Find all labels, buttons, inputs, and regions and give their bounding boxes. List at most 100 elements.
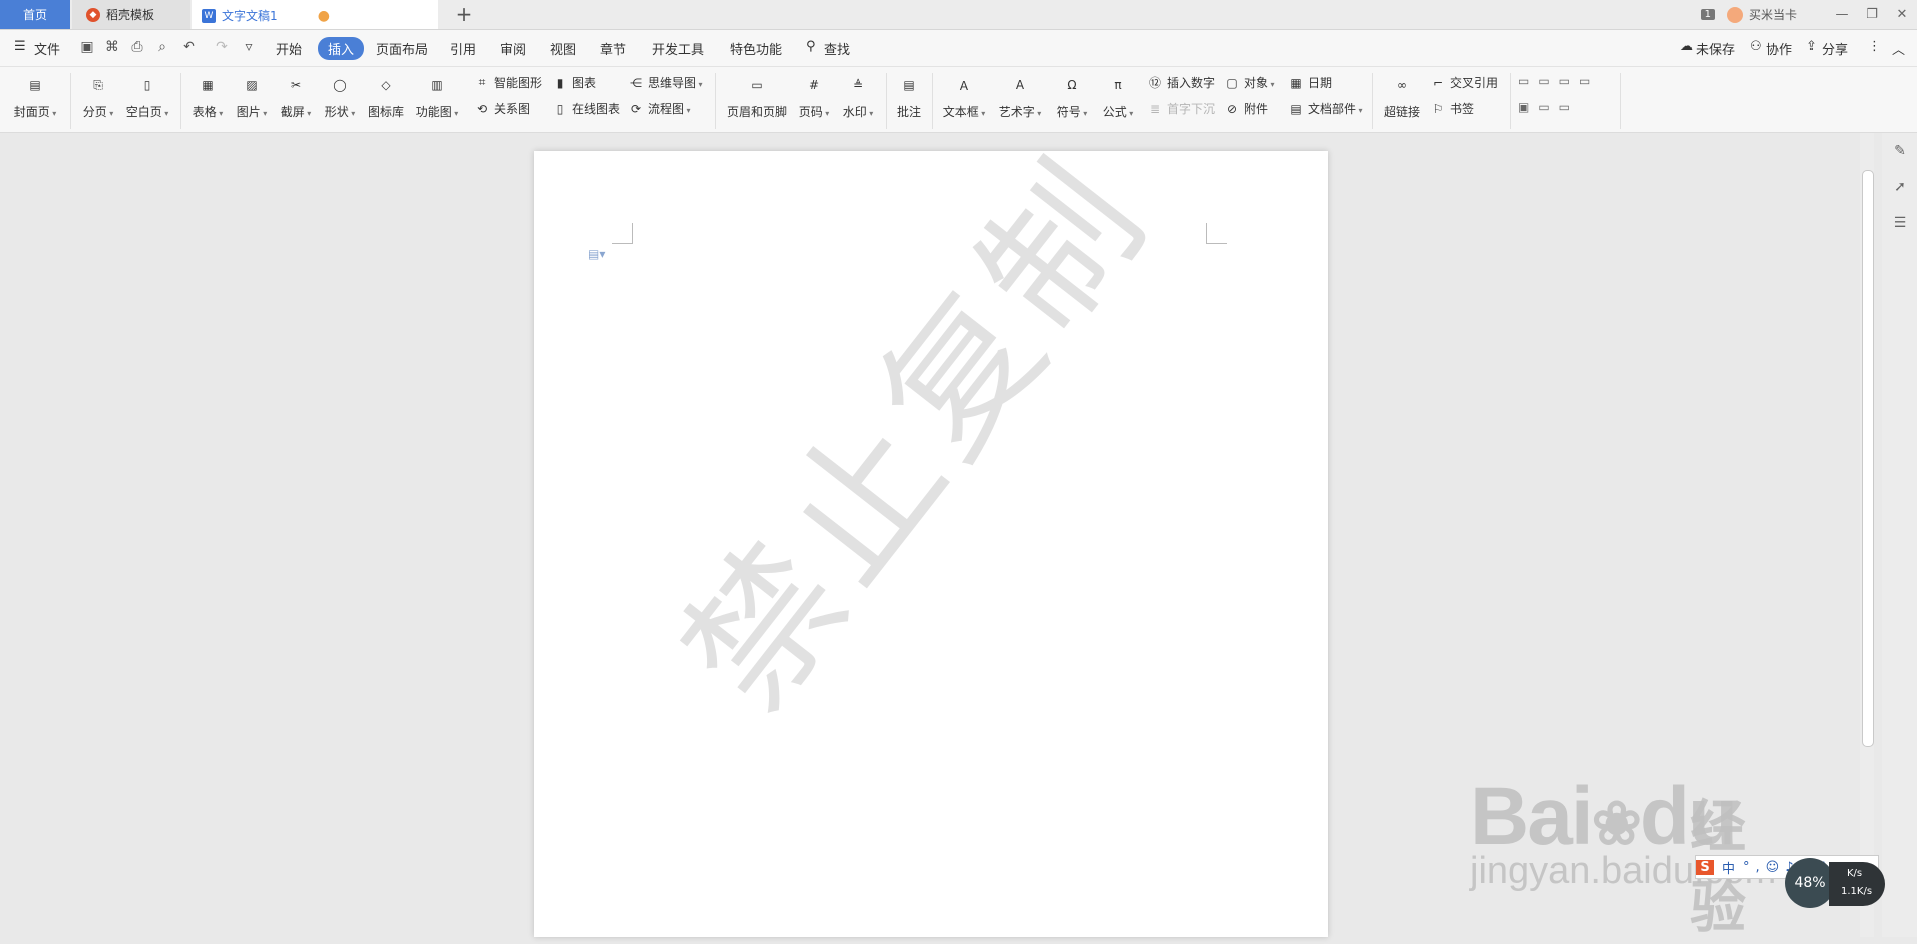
tab-home[interactable]: 首页 bbox=[0, 0, 70, 29]
collapse-ribbon-icon[interactable]: ︿ bbox=[1892, 39, 1905, 58]
screenshot-icon: ✂ bbox=[290, 78, 302, 92]
table-button[interactable]: ▦ 表格 bbox=[188, 71, 228, 120]
chart-icon: ▮ bbox=[556, 75, 564, 90]
mindmap-button[interactable]: ⋲ 思维导图 bbox=[628, 74, 703, 91]
page-number-button[interactable]: # 页码 bbox=[794, 71, 834, 120]
settings-sliders-icon[interactable]: ☰ bbox=[1890, 215, 1910, 235]
header-footer-button[interactable]: ▭ 页眉和页脚 bbox=[724, 71, 790, 120]
blank-page-icon: ▯ bbox=[143, 78, 151, 92]
redo-icon[interactable]: ↷ bbox=[213, 38, 231, 56]
wordart-button[interactable]: A 艺术字 bbox=[996, 71, 1044, 120]
more-icon[interactable]: ⋮ bbox=[1868, 39, 1881, 54]
unsaved-dot-icon: ● bbox=[317, 7, 330, 24]
net-down-speed: 1.1K/s bbox=[1841, 886, 1873, 897]
picture-button[interactable]: ▨ 图片 bbox=[232, 71, 272, 120]
object-button[interactable]: ▢ 对象 bbox=[1224, 74, 1275, 91]
function-chart-button[interactable]: ▥ 功能图 bbox=[412, 71, 462, 120]
layout-toggle-row-2[interactable]: ▣▭▭ bbox=[1518, 100, 1579, 114]
mindmap-icon: ⋲ bbox=[630, 75, 642, 90]
formula-icon: π bbox=[1114, 78, 1122, 92]
chart-button[interactable]: ▮ 图表 bbox=[552, 74, 596, 91]
share-button[interactable]: 分享 bbox=[1822, 39, 1848, 58]
bookmark-icon: ⚐ bbox=[1432, 101, 1444, 116]
attachment-button[interactable]: ⊘ 附件 bbox=[1224, 100, 1268, 117]
tab-template[interactable]: ◆ 稻壳模板 bbox=[72, 0, 190, 29]
margin-marker-right bbox=[1206, 223, 1227, 244]
blank-page-button[interactable]: ▯ 空白页 bbox=[122, 71, 172, 120]
menu-review[interactable]: 审阅 bbox=[500, 39, 526, 58]
online-chart-button[interactable]: ▯ 在线图表 bbox=[552, 100, 620, 117]
screenshot-button[interactable]: ✂ 截屏 bbox=[276, 71, 316, 120]
menu-page-layout[interactable]: 页面布局 bbox=[376, 39, 428, 58]
page-number-icon: # bbox=[808, 78, 820, 92]
save-icon[interactable]: ▣ bbox=[78, 38, 96, 56]
insert-number-button[interactable]: ⑫ 插入数字 bbox=[1147, 74, 1215, 91]
minimize-button[interactable]: — bbox=[1827, 7, 1857, 22]
cover-page-button[interactable]: ▤ 封面页 bbox=[10, 71, 60, 120]
formula-button[interactable]: π 公式 bbox=[1098, 71, 1138, 120]
hamburger-icon[interactable]: ☰ bbox=[14, 39, 26, 54]
object-icon: ▢ bbox=[1226, 75, 1238, 90]
pen-icon[interactable]: ✎ bbox=[1890, 143, 1910, 163]
scrollbar-thumb[interactable] bbox=[1862, 170, 1874, 747]
user-name[interactable]: 买米当卡 bbox=[1749, 6, 1797, 23]
menu-chapter[interactable]: 章节 bbox=[600, 39, 626, 58]
textbox-button[interactable]: Ａ 文本框 bbox=[940, 71, 988, 120]
shape-button[interactable]: ◯ 形状 bbox=[320, 71, 360, 120]
baidu-paw-icon: ❀ bbox=[1591, 790, 1642, 857]
relation-chart-button[interactable]: ⟲ 关系图 bbox=[474, 100, 530, 117]
paste-options-icon[interactable]: ▤▾ bbox=[588, 247, 605, 261]
menu-special[interactable]: 特色功能 bbox=[730, 39, 782, 58]
customize-toolbar-icon[interactable]: ▿ bbox=[240, 38, 258, 56]
format-painter-icon[interactable]: ⌘ bbox=[103, 38, 121, 56]
print-preview-icon[interactable]: ⌕ bbox=[153, 38, 171, 56]
link-icon: ∞ bbox=[1397, 78, 1407, 92]
notification-badge[interactable]: 1 bbox=[1700, 9, 1715, 20]
flowchart-button[interactable]: ⟳ 流程图 bbox=[628, 100, 691, 117]
menu-developer[interactable]: 开发工具 bbox=[652, 39, 704, 58]
menu-insert[interactable]: 插入 bbox=[318, 37, 365, 60]
ime-language[interactable]: 中 bbox=[1722, 858, 1735, 877]
page-break-button[interactable]: ⎘ 分页 bbox=[78, 71, 118, 120]
bookmark-button[interactable]: ⚐ 书签 bbox=[1430, 100, 1474, 117]
margin-marker-left bbox=[612, 223, 633, 244]
smart-shape-button[interactable]: ⌗ 智能图形 bbox=[474, 74, 542, 91]
menu-search[interactable]: 查找 bbox=[824, 39, 850, 58]
print-icon[interactable]: ⎙ bbox=[128, 38, 146, 56]
collab-icon: ⚇ bbox=[1750, 39, 1762, 54]
menu-start[interactable]: 开始 bbox=[276, 39, 302, 58]
layout-toggle-row-1[interactable]: ▭▭▭▭ bbox=[1518, 74, 1599, 88]
share-icon: ⇪ bbox=[1806, 39, 1817, 54]
menu-file[interactable]: 文件 bbox=[34, 39, 60, 58]
close-window-button[interactable]: ✕ bbox=[1887, 7, 1917, 22]
comment-button[interactable]: ▤ 批注 bbox=[892, 71, 926, 120]
add-tab-button[interactable]: + bbox=[452, 2, 476, 26]
menu-references[interactable]: 引用 bbox=[450, 39, 476, 58]
date-button[interactable]: ▦ 日期 bbox=[1288, 74, 1332, 91]
unsaved-status[interactable]: 未保存 bbox=[1696, 39, 1735, 58]
avatar[interactable] bbox=[1726, 6, 1743, 23]
document-page[interactable]: ▤▾ 禁止复制 bbox=[534, 151, 1328, 937]
cursor-icon[interactable]: ➚ bbox=[1890, 179, 1910, 199]
drop-cap-button[interactable]: ≣ 首字下沉 bbox=[1147, 100, 1215, 117]
symbol-button[interactable]: Ω 符号 bbox=[1052, 71, 1092, 120]
undo-icon[interactable]: ↶ bbox=[180, 38, 198, 56]
search-icon[interactable]: ⚲ bbox=[806, 39, 816, 54]
menu-view[interactable]: 视图 bbox=[550, 39, 576, 58]
document-watermark: 禁止复制 bbox=[651, 151, 1183, 740]
icon-library-icon: ◇ bbox=[381, 78, 391, 92]
flowchart-icon: ⟳ bbox=[630, 101, 642, 116]
collab-button[interactable]: 协作 bbox=[1766, 39, 1792, 58]
tab-document[interactable]: W 文字文稿1 ● bbox=[192, 0, 438, 29]
restore-button[interactable]: ❐ bbox=[1857, 7, 1887, 22]
hyperlink-button[interactable]: ∞ 超链接 bbox=[1380, 71, 1424, 120]
watermark-button[interactable]: ≜ 水印 bbox=[838, 71, 878, 120]
picture-icon: ▨ bbox=[246, 78, 258, 92]
insert-number-icon: ⑫ bbox=[1148, 76, 1161, 90]
function-chart-icon: ▥ bbox=[431, 78, 443, 92]
doc-parts-button[interactable]: ▤ 文档部件 bbox=[1288, 100, 1363, 117]
menu-bar: ☰ 文件 ▣ ⌘ ⎙ ⌕ ↶ ↷ ▿ 开始 插入 页面布局 引用 审阅 视图 章… bbox=[0, 30, 1917, 67]
cross-reference-button[interactable]: ⌐ 交叉引用 bbox=[1430, 74, 1498, 91]
drop-cap-icon: ≣ bbox=[1149, 101, 1161, 116]
icon-library-button[interactable]: ◇ 图标库 bbox=[364, 71, 408, 120]
